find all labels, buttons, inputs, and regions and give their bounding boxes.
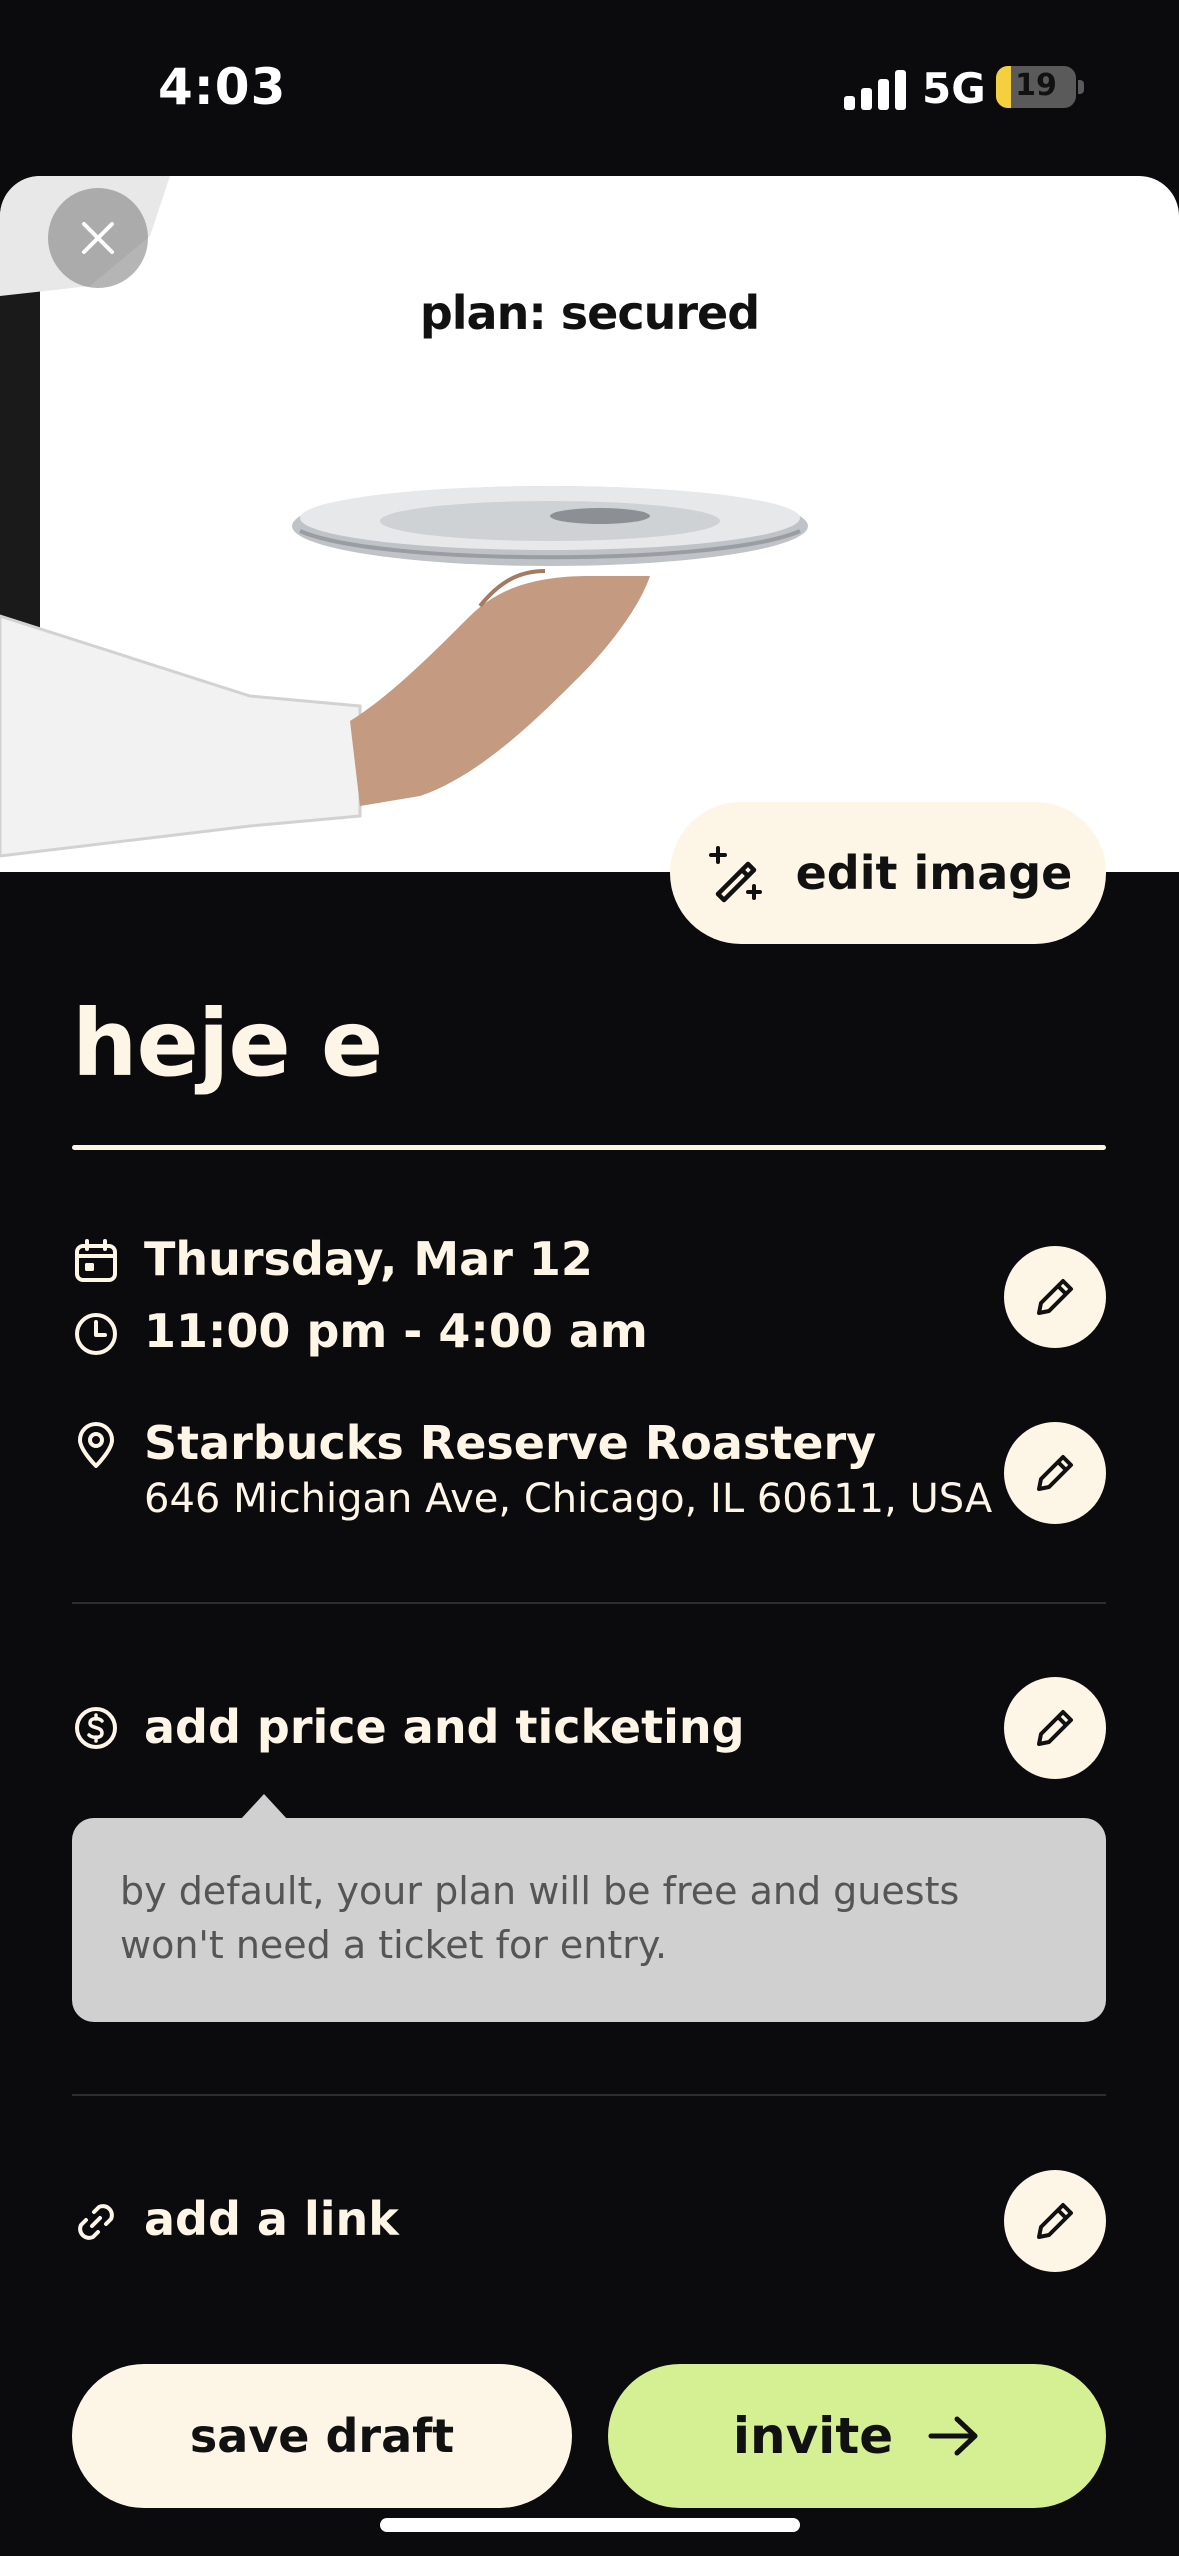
edit-ticketing-button[interactable] [1004, 1677, 1106, 1779]
pencil-icon [1037, 1279, 1073, 1315]
venue-address: 646 Michigan Ave, Chicago, IL 60611, USA [144, 1476, 993, 1522]
cover-image: plan: secured [0, 176, 1179, 872]
edit-location-button[interactable] [1004, 1422, 1106, 1524]
network-type: 5G [922, 64, 986, 113]
edit-datetime-button[interactable] [1004, 1246, 1106, 1348]
tooltip-arrow [240, 1794, 288, 1820]
save-draft-button[interactable]: save draft [72, 2364, 572, 2508]
event-time: 11:00 pm - 4:00 am [144, 1304, 648, 1358]
ticketing-tooltip: by default, your plan will be free and g… [72, 1818, 1106, 2022]
edit-link-button[interactable] [1004, 2170, 1106, 2272]
event-title[interactable]: heje e [72, 990, 383, 1097]
edit-image-button[interactable]: edit image [670, 802, 1106, 944]
location-pin-icon [78, 1422, 114, 1468]
status-time: 4:03 [158, 58, 287, 116]
venue-name: Starbucks Reserve Roastery [144, 1416, 877, 1470]
pencil-icon [1037, 1710, 1073, 1746]
cover-title: plan: secured [419, 286, 760, 340]
waiter-tray-illustration [0, 176, 808, 858]
invite-label: invite [732, 2407, 894, 2465]
link-icon [78, 2204, 114, 2240]
close-button[interactable] [48, 188, 148, 288]
battery-icon: 19 [996, 66, 1076, 108]
arrow-right-icon [928, 2416, 978, 2456]
add-link-label[interactable]: add a link [144, 2192, 399, 2246]
invite-button[interactable]: invite [608, 2364, 1106, 2508]
battery-tip [1078, 80, 1084, 94]
cellular-signal-icon [844, 70, 906, 110]
pencil-icon [1037, 1455, 1073, 1491]
calendar-icon [75, 1239, 117, 1282]
battery-percent: 19 [1015, 68, 1057, 103]
divider [72, 2094, 1106, 2096]
ticketing-label[interactable]: add price and ticketing [144, 1700, 745, 1754]
dollar-circle-icon [75, 1707, 117, 1749]
title-underline [72, 1145, 1106, 1150]
close-icon [82, 222, 114, 254]
magic-wand-icon [708, 846, 762, 903]
divider [72, 1602, 1106, 1604]
pencil-icon [1037, 2203, 1073, 2239]
home-indicator [380, 2518, 800, 2532]
edit-image-label: edit image [795, 846, 1073, 900]
event-date: Thursday, Mar 12 [144, 1232, 593, 1286]
clock-icon [75, 1313, 117, 1355]
